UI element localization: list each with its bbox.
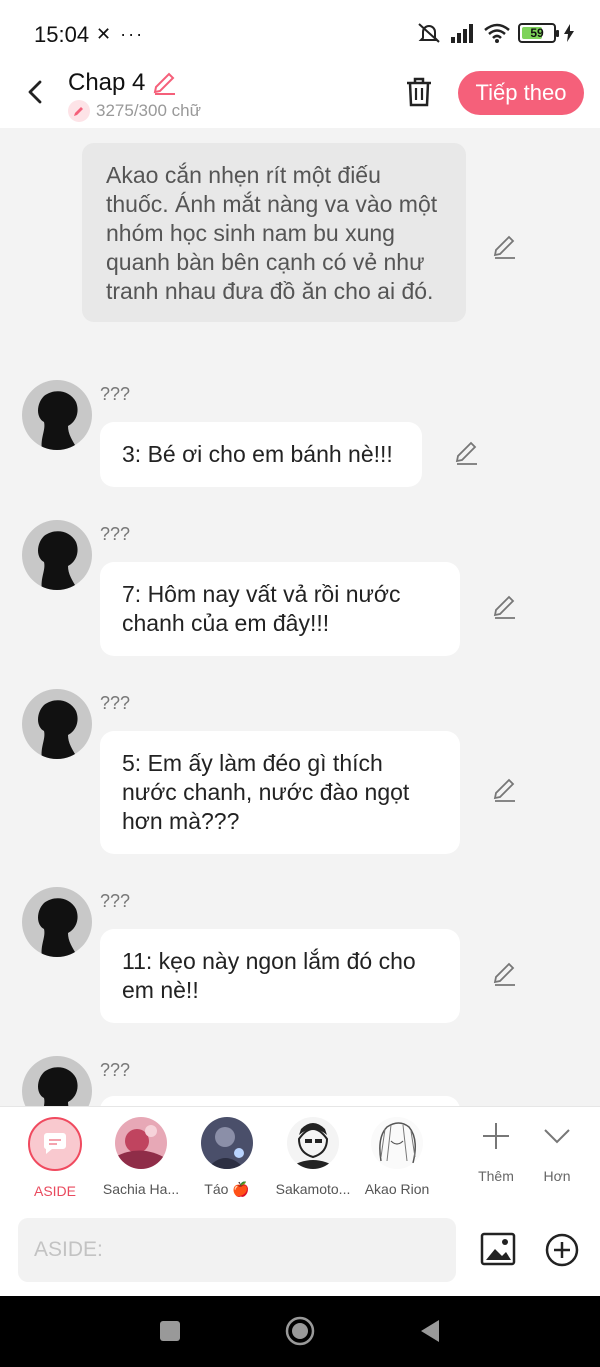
edit-icon[interactable] <box>492 777 518 803</box>
status-time: 15:04 <box>34 22 90 47</box>
character-tao[interactable]: Táo 🍎 <box>186 1117 268 1198</box>
message-input[interactable] <box>18 1218 456 1282</box>
pencil-icon <box>68 100 90 122</box>
edit-icon[interactable] <box>492 234 518 260</box>
image-icon[interactable] <box>480 1232 516 1266</box>
back-arrow-icon[interactable] <box>22 78 50 106</box>
avatar[interactable] <box>22 1056 92 1106</box>
avatar[interactable] <box>22 689 92 759</box>
avatar <box>201 1117 253 1169</box>
avatar[interactable] <box>22 887 92 957</box>
edit-icon[interactable] <box>492 961 518 987</box>
add-circle-icon[interactable] <box>544 1232 580 1268</box>
chevron-down-icon <box>544 1129 570 1144</box>
edit-icon[interactable] <box>454 440 480 466</box>
charging-icon <box>564 24 574 42</box>
back-nav-icon[interactable] <box>415 1316 445 1346</box>
notification-icons: ✕ ··· <box>96 24 145 44</box>
narration-bubble[interactable]: Akao cắn nhẹn rít một điếu thuốc. Ánh mắ… <box>82 143 466 322</box>
delete-icon[interactable] <box>404 76 434 108</box>
message-bubble[interactable]: 11: kẹo này ngon lắm đó cho em nè!! <box>100 929 460 1023</box>
home-icon[interactable] <box>285 1316 315 1346</box>
app-header: Chap 4 3275/300 chữ Tiếp theo <box>0 64 600 128</box>
character-name: ??? <box>100 891 131 911</box>
edit-title-icon[interactable] <box>151 70 177 96</box>
mute-icon <box>418 23 440 43</box>
character-sachia[interactable]: Sachia Ha... <box>100 1117 182 1197</box>
message-bubble[interactable]: 7: Hôm nay vất vả rồi nước chanh của em … <box>100 562 460 656</box>
character-label: Táo 🍎 <box>204 1181 250 1197</box>
message-bubble[interactable]: 5: Em ấy làm đéo gì thích nước chanh, nư… <box>100 731 460 854</box>
edit-icon[interactable] <box>492 594 518 620</box>
next-button[interactable]: Tiếp theo <box>458 71 584 115</box>
character-aside[interactable]: ASIDE <box>14 1117 96 1199</box>
character-label: Akao Rion <box>364 1181 430 1197</box>
avatar <box>115 1117 167 1169</box>
avatar <box>371 1117 423 1169</box>
character-label: ASIDE <box>33 1183 76 1199</box>
chapter-title[interactable]: Chap 4 <box>68 69 177 97</box>
character-label: Sakamoto... <box>275 1181 351 1197</box>
avatar <box>287 1117 339 1169</box>
word-count: 3275/300 chữ <box>68 100 201 122</box>
character-akao-rion[interactable]: Akao Rion <box>356 1117 438 1197</box>
system-nav-bar <box>0 1296 600 1367</box>
character-name: ??? <box>100 524 131 544</box>
chat-area[interactable]: Akao cắn nhẹn rít một điếu thuốc. Ánh mắ… <box>0 128 600 1106</box>
more-button[interactable]: Hơn <box>527 1121 587 1184</box>
word-count-text: 3275/300 chữ <box>96 101 201 120</box>
status-icons: 59 <box>416 22 574 44</box>
character-sakamoto[interactable]: Sakamoto... <box>272 1117 354 1197</box>
avatar[interactable] <box>22 520 92 590</box>
character-name: ??? <box>100 693 131 713</box>
message-bubble[interactable]: 3: Bé ơi cho em bánh nè!!! <box>100 422 422 487</box>
character-label: Sachia Ha... <box>102 1181 180 1197</box>
avatar[interactable] <box>22 380 92 450</box>
wifi-icon <box>484 23 510 43</box>
battery-icon: 59 <box>518 23 559 43</box>
more-label: Hơn <box>543 1168 571 1184</box>
chapter-title-text: Chap 4 <box>68 69 146 96</box>
character-selector: ASIDE Sachia Ha... Táo 🍎 Sakamoto... Aka… <box>0 1106 600 1206</box>
recents-icon[interactable] <box>155 1316 185 1346</box>
signal-icon <box>451 24 473 43</box>
aside-icon <box>28 1117 82 1171</box>
plus-icon <box>483 1123 509 1149</box>
add-character-button[interactable]: Thêm <box>466 1121 526 1184</box>
character-name: ??? <box>100 384 131 404</box>
battery-level: 59 <box>530 26 544 40</box>
character-name: ??? <box>100 1060 131 1080</box>
composer <box>0 1206 600 1296</box>
add-label: Thêm <box>478 1168 514 1184</box>
status-bar: 15:04 ✕ ··· 59 <box>0 0 600 64</box>
message-bubble[interactable] <box>100 1096 460 1106</box>
